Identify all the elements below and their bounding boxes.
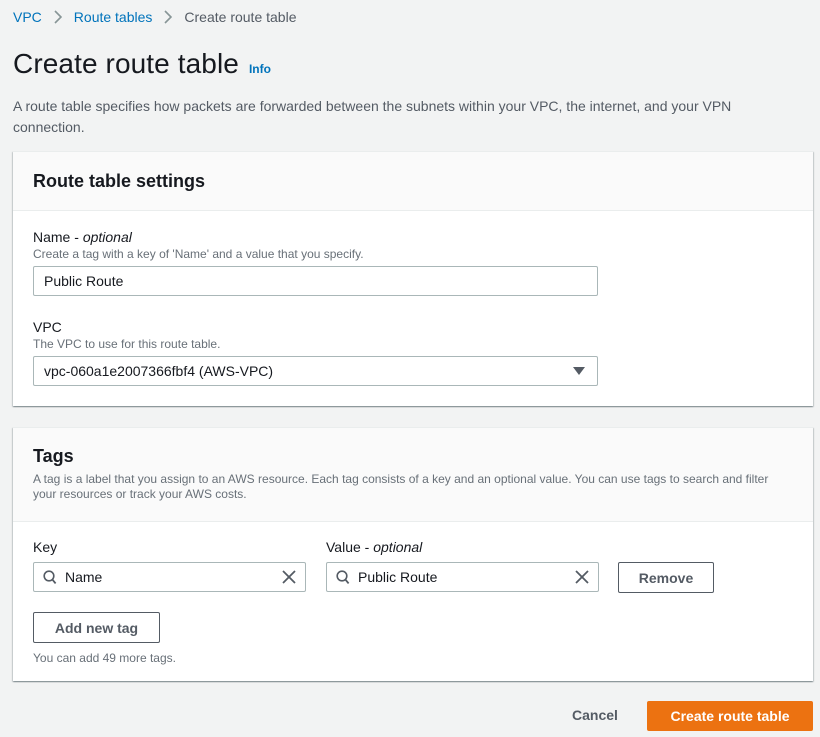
remove-tag-button[interactable]: Remove	[618, 562, 714, 593]
panel-body: Key Value - optional Name Public Route R…	[13, 522, 813, 682]
breadcrumb-route-tables[interactable]: Route tables	[74, 8, 153, 26]
value-label: Value - optional	[326, 539, 423, 555]
create-route-table-button[interactable]: Create route table	[647, 701, 813, 731]
clear-icon[interactable]	[282, 570, 296, 584]
tags-description: A tag is a label that you assign to an A…	[33, 472, 769, 501]
panel-header: Route table settings	[13, 152, 813, 211]
search-icon	[336, 569, 350, 585]
info-link[interactable]: Info	[249, 62, 271, 76]
name-field-description: Create a tag with a key of 'Name' and a …	[33, 247, 364, 261]
panel-header: Tags A tag is a label that you assign to…	[13, 428, 813, 522]
tags-limit-text: You can add 49 more tags.	[33, 651, 176, 665]
breadcrumb-vpc[interactable]: VPC	[13, 8, 42, 26]
page-title: Create route table	[13, 48, 239, 79]
vpc-select[interactable]: vpc-060a1e2007366fbf4 (AWS-VPC)	[33, 356, 598, 386]
name-field-header: Name - optional Create a tag with a key …	[33, 228, 364, 262]
breadcrumb: VPC Route tables Create route table	[13, 8, 296, 26]
tag-key-value: Name	[65, 569, 103, 585]
vpc-select-value: vpc-060a1e2007366fbf4 (AWS-VPC)	[44, 363, 274, 379]
search-icon	[43, 569, 57, 585]
tag-value-input[interactable]: Public Route	[326, 562, 599, 592]
vpc-field-description: The VPC to use for this route table.	[33, 337, 221, 351]
panel-title: Route table settings	[33, 170, 206, 191]
route-table-settings-panel: Route table settings Name - optional Cre…	[13, 151, 813, 406]
panel-title: Tags	[33, 446, 74, 466]
panel-body: Name - optional Create a tag with a key …	[13, 211, 813, 406]
name-input[interactable]: Public Route	[33, 266, 598, 296]
optional-text: optional	[373, 539, 423, 555]
vpc-field-header: VPC The VPC to use for this route table.	[33, 318, 220, 352]
tags-panel: Tags A tag is a label that you assign to…	[13, 427, 813, 681]
page-description: A route table specifies how packets are …	[13, 98, 732, 135]
tag-key-input[interactable]: Name	[33, 562, 306, 592]
optional-text: optional	[82, 229, 132, 245]
name-field-label: Name - optional	[33, 229, 132, 245]
chevron-right-icon	[164, 10, 173, 24]
add-new-tag-button[interactable]: Add new tag	[33, 612, 160, 643]
chevron-right-icon	[54, 10, 62, 24]
name-label-text: Name	[33, 229, 71, 245]
name-input-value: Public Route	[44, 273, 124, 289]
breadcrumb-current: Create route table	[184, 9, 297, 25]
key-label: Key	[33, 539, 58, 555]
value-label-text: Value	[326, 539, 361, 555]
cancel-button[interactable]: Cancel	[572, 707, 618, 723]
tag-value-value: Public Route	[358, 569, 438, 585]
page-header: Create route table Info	[13, 48, 271, 80]
clear-icon[interactable]	[575, 570, 589, 584]
vpc-field-label: VPC	[33, 319, 62, 335]
caret-down-icon	[573, 367, 585, 375]
